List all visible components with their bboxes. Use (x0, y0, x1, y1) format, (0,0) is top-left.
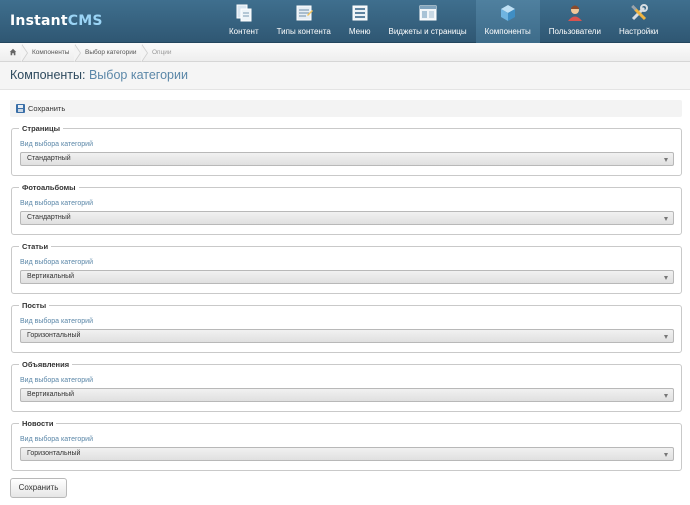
select-value: Вертикальный (27, 273, 75, 280)
nav-label: Пользователи (548, 27, 601, 36)
nav-item-menu[interactable]: Меню (340, 0, 380, 43)
breadcrumb-separator (141, 43, 150, 62)
field-label: Вид выбора категорий (20, 259, 93, 266)
logo-part-cms: CMS (67, 13, 103, 29)
nav-item-components[interactable]: Компоненты (475, 0, 540, 43)
fieldset-articles: Статьи Вид выбора категорий Вертикальный (11, 242, 682, 294)
dropdown-arrow-icon (664, 158, 668, 162)
logo[interactable]: InstantCMS (10, 13, 103, 29)
fieldset-news: Новости Вид выбора категорий Горизонталь… (11, 419, 682, 471)
page-title-suffix: Выбор категории (85, 68, 188, 82)
dropdown-arrow-icon (664, 394, 668, 398)
field-label: Вид выбора категорий (20, 377, 93, 384)
fieldset-legend: Новости (19, 419, 57, 428)
fieldset-posts: Посты Вид выбора категорий Горизонтальны… (11, 301, 682, 353)
nav-label: Виджеты и страницы (388, 27, 467, 36)
breadcrumb-separator (74, 43, 83, 62)
category-view-select[interactable]: Вертикальный (20, 388, 674, 402)
select-value: Вертикальный (27, 391, 75, 398)
users-icon (567, 5, 582, 21)
page-title: Компоненты: Выбор категории (10, 68, 188, 82)
toolbar: Сохранить (10, 100, 682, 117)
fieldset-legend: Фотоальбомы (19, 183, 79, 192)
content-icon (236, 4, 252, 22)
category-view-select[interactable]: Горизонтальный (20, 447, 674, 461)
home-icon (9, 48, 17, 56)
breadcrumb-separator (21, 43, 30, 62)
components-cube-icon (500, 5, 515, 21)
nav-item-widgets[interactable]: Виджеты и страницы (380, 0, 476, 43)
category-view-select[interactable]: Горизонтальный (20, 329, 674, 343)
fieldset-legend: Статьи (19, 242, 52, 251)
breadcrumb-home[interactable] (9, 43, 19, 62)
save-button[interactable]: Сохранить (10, 478, 67, 498)
fieldset-legend: Посты (19, 301, 50, 310)
breadcrumb-item-options: Опции (152, 49, 172, 56)
select-value: Стандартный (27, 214, 71, 221)
nav-label: Контент (229, 27, 259, 36)
breadcrumb-item-components[interactable]: Компоненты (32, 43, 69, 62)
nav-item-content[interactable]: Контент (220, 0, 268, 43)
toolbar-save-label: Сохранить (28, 104, 66, 113)
nav-item-settings[interactable]: Настройки (610, 0, 667, 43)
toolbar-save-button[interactable]: Сохранить (16, 103, 65, 114)
main-nav: Контент Типы контента Меню Виджеты и стр… (220, 0, 667, 43)
fieldset-photo-albums: Фотоальбомы Вид выбора категорий Стандар… (11, 183, 682, 235)
nav-label: Типы контента (276, 27, 331, 36)
category-view-select[interactable]: Стандартный (20, 211, 674, 225)
fieldset-pages: Страницы Вид выбора категорий Стандартны… (11, 124, 682, 176)
dropdown-arrow-icon (664, 335, 668, 339)
dropdown-arrow-icon (664, 276, 668, 280)
breadcrumb-item-category-select[interactable]: Выбор категории (85, 43, 136, 62)
field-label: Вид выбора категорий (20, 318, 93, 325)
fieldset-ads: Объявления Вид выбора категорий Вертикал… (11, 360, 682, 412)
logo-part-instant: Instant (10, 13, 68, 29)
select-value: Стандартный (27, 155, 71, 162)
field-label: Вид выбора категорий (20, 200, 93, 207)
nav-label: Меню (348, 27, 371, 36)
nav-label: Компоненты (484, 27, 531, 36)
dropdown-arrow-icon (664, 453, 668, 457)
nav-label: Настройки (618, 27, 659, 36)
category-view-select[interactable]: Стандартный (20, 152, 674, 166)
breadcrumb: Компоненты Выбор категории Опции (0, 43, 690, 62)
content-types-icon (296, 5, 313, 21)
select-value: Горизонтальный (27, 450, 81, 457)
field-label: Вид выбора категорий (20, 141, 93, 148)
select-value: Горизонтальный (27, 332, 81, 339)
dropdown-arrow-icon (664, 217, 668, 221)
nav-item-users[interactable]: Пользователи (540, 0, 610, 43)
fieldset-legend: Страницы (19, 124, 63, 133)
save-disk-icon (16, 104, 25, 113)
widgets-icon (419, 5, 437, 21)
fieldset-legend: Объявления (19, 360, 73, 369)
field-label: Вид выбора категорий (20, 436, 93, 443)
top-header: InstantCMS Контент Типы контента Меню Ви… (0, 0, 690, 43)
settings-tools-icon (630, 4, 648, 21)
category-view-select[interactable]: Вертикальный (20, 270, 674, 284)
nav-item-content-types[interactable]: Типы контента (268, 0, 340, 43)
page-title-prefix: Компоненты: (10, 68, 86, 82)
menu-icon (352, 5, 368, 21)
